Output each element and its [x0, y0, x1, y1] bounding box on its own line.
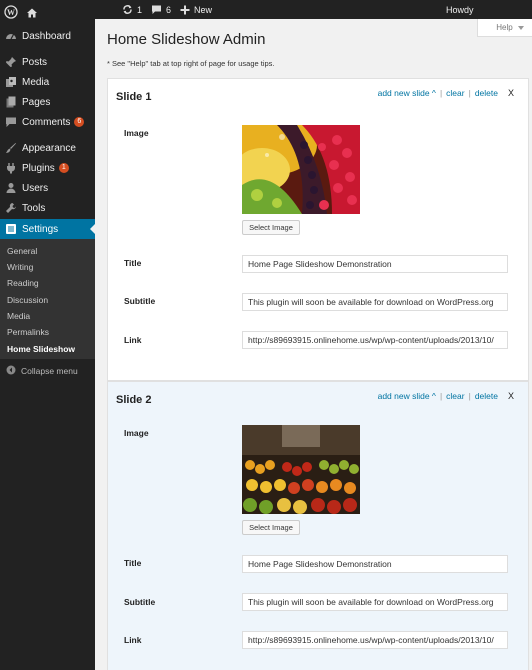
menu-item-settings[interactable]: Settings — [0, 219, 95, 239]
link-input[interactable]: http://s89693915.onlinehome.us/wp/wp-con… — [242, 631, 508, 649]
menu-item-appearance[interactable]: Appearance — [0, 138, 95, 158]
submenu-item-permalinks[interactable]: Permalinks — [7, 327, 49, 337]
updates-icon — [122, 4, 133, 15]
menu-item-media[interactable]: Media — [0, 72, 95, 92]
plugins-badge: 1 — [58, 163, 69, 173]
slide-heading: Slide 2 — [116, 394, 152, 406]
separator: | — [468, 88, 471, 98]
separator: | — [468, 391, 471, 401]
user-icon — [4, 181, 18, 195]
updates-link[interactable]: 1 — [122, 0, 142, 19]
new-label: New — [194, 4, 213, 15]
fruit-platter-image — [242, 125, 360, 214]
fruit-market-image — [242, 425, 360, 514]
menu-label: Plugins — [22, 162, 55, 174]
menu-item-tools[interactable]: Tools — [0, 198, 95, 218]
wrench-icon — [4, 201, 18, 215]
chevron-down-icon — [517, 23, 524, 32]
media-icon — [4, 75, 18, 89]
slide-heading: Slide 1 — [116, 91, 152, 103]
separator: | — [439, 391, 443, 401]
pages-icon — [4, 95, 18, 109]
separator: | — [439, 88, 443, 98]
menu-item-users[interactable]: Users — [0, 178, 95, 198]
slide-actions: add new slide ^ | clear | delete X — [378, 88, 514, 98]
comment-icon — [4, 115, 18, 129]
submenu-item-general[interactable]: General — [7, 246, 37, 256]
menu-item-plugins[interactable]: Plugins 1 — [0, 158, 95, 178]
menu-label: Posts — [22, 56, 48, 68]
submenu-item-writing[interactable]: Writing — [7, 262, 33, 272]
link-label: Link — [124, 335, 142, 345]
menu-item-dashboard[interactable]: Dashboard — [0, 26, 95, 46]
menu-item-posts[interactable]: Posts — [0, 52, 95, 72]
select-image-button[interactable]: Select Image — [242, 220, 300, 235]
image-label: Image — [124, 428, 149, 438]
menu-label: Settings — [22, 223, 59, 235]
title-label: Title — [124, 558, 142, 568]
add-new-slide-link[interactable]: add new slide ^ — [378, 88, 436, 98]
title-input[interactable]: Home Page Slideshow Demonstration — [242, 555, 508, 573]
menu-item-comments[interactable]: Comments 6 — [0, 112, 95, 132]
pin-icon — [4, 55, 18, 69]
admin-sidebar: Dashboard Posts Media Pages Comments 6 A… — [0, 19, 95, 670]
usage-note: * See "Help" tab at top right of page fo… — [107, 59, 275, 68]
subtitle-label: Subtitle — [124, 597, 156, 607]
link-input[interactable]: http://s89693915.onlinehome.us/wp/wp-con… — [242, 331, 508, 349]
plus-icon — [180, 5, 190, 15]
add-new-slide-link[interactable]: add new slide ^ — [378, 391, 436, 401]
menu-label: Appearance — [22, 142, 76, 154]
collapse-menu-button[interactable]: Collapse menu — [0, 362, 95, 380]
brush-icon — [4, 141, 18, 155]
submenu-item-home-slideshow[interactable]: Home Slideshow — [7, 344, 75, 354]
menu-label: Comments — [22, 116, 71, 128]
howdy-account-link[interactable]: Howdy — [446, 0, 474, 19]
close-slide-button[interactable]: X — [508, 391, 514, 401]
clear-link[interactable]: clear — [446, 391, 464, 401]
submenu-item-reading[interactable]: Reading — [7, 278, 39, 288]
menu-label: Tools — [22, 202, 46, 214]
svg-text:W: W — [7, 8, 15, 17]
subtitle-input[interactable]: This plugin will soon be available for d… — [242, 293, 508, 311]
slide-actions: add new slide ^ | clear | delete X — [378, 391, 514, 401]
menu-label: Media — [22, 76, 50, 88]
comments-badge: 6 — [74, 117, 85, 127]
admin-bar: W 1 6 New Howdy — [0, 0, 532, 19]
main-content: Help Home Slideshow Admin * See "Help" t… — [95, 19, 532, 670]
select-image-button[interactable]: Select Image — [242, 520, 300, 535]
menu-label: Dashboard — [22, 30, 71, 42]
help-label: Help — [496, 23, 513, 32]
collapse-label: Collapse menu — [21, 366, 78, 376]
dashboard-icon — [4, 29, 18, 43]
menu-label: Pages — [22, 96, 51, 108]
close-slide-button[interactable]: X — [508, 88, 514, 98]
collapse-arrow-icon — [6, 365, 16, 377]
subtitle-input[interactable]: This plugin will soon be available for d… — [242, 593, 508, 611]
new-content-link[interactable]: New — [180, 0, 212, 19]
help-tab-button[interactable]: Help — [477, 19, 532, 37]
settings-submenu: General Writing Reading Discussion Media… — [0, 239, 95, 359]
comments-count: 6 — [166, 4, 172, 15]
submenu-item-discussion[interactable]: Discussion — [7, 295, 48, 305]
title-input[interactable]: Home Page Slideshow Demonstration — [242, 255, 508, 273]
settings-icon — [4, 222, 18, 236]
delete-link[interactable]: delete — [475, 391, 498, 401]
page-title: Home Slideshow Admin — [107, 31, 266, 48]
subtitle-label: Subtitle — [124, 296, 156, 306]
updates-count: 1 — [137, 4, 143, 15]
slide-panel-1: Slide 1 add new slide ^ | clear | delete… — [107, 78, 529, 381]
slide-panel-2: Slide 2 add new slide ^ | clear | delete… — [107, 381, 529, 670]
image-label: Image — [124, 128, 149, 138]
comments-link[interactable]: 6 — [151, 0, 171, 19]
comment-bubble-icon — [151, 4, 162, 15]
clear-link[interactable]: clear — [446, 88, 464, 98]
link-label: Link — [124, 635, 142, 645]
menu-item-pages[interactable]: Pages — [0, 92, 95, 112]
delete-link[interactable]: delete — [475, 88, 498, 98]
menu-label: Users — [22, 182, 49, 194]
plugin-icon — [4, 161, 18, 175]
submenu-item-media[interactable]: Media — [7, 311, 30, 321]
title-label: Title — [124, 258, 142, 268]
